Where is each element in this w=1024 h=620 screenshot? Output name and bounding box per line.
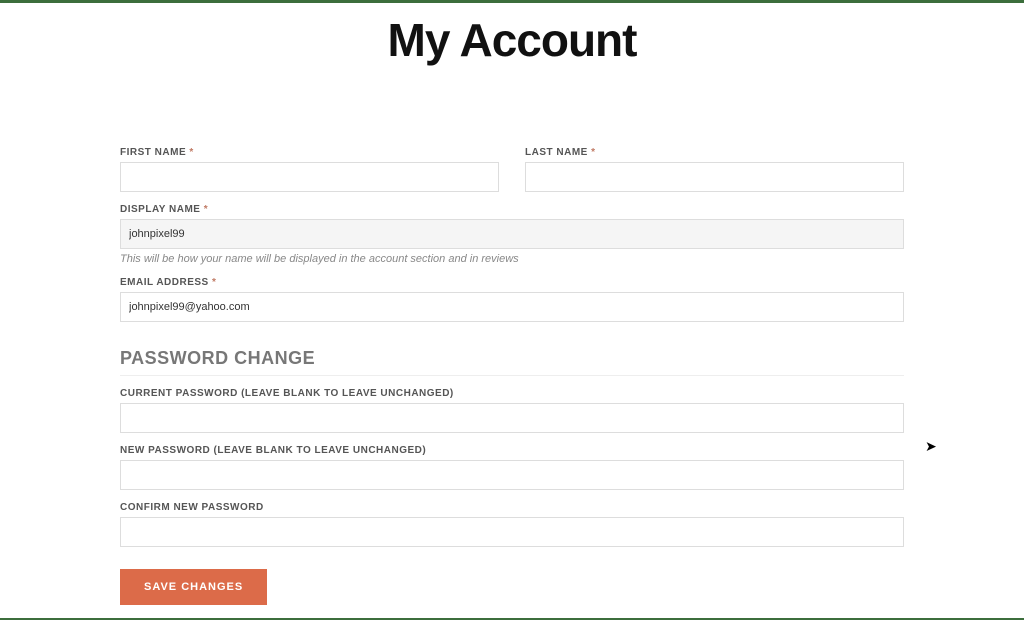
password-change-heading: PASSWORD CHANGE — [120, 348, 904, 369]
required-marker: * — [212, 277, 216, 288]
required-marker: * — [591, 147, 595, 158]
display-name-label: DISPLAY NAME * — [120, 204, 904, 215]
confirm-password-label: CONFIRM NEW PASSWORD — [120, 502, 904, 513]
new-password-label: NEW PASSWORD (LEAVE BLANK TO LEAVE UNCHA… — [120, 445, 904, 456]
current-password-input[interactable] — [120, 403, 904, 433]
current-password-label: CURRENT PASSWORD (LEAVE BLANK TO LEAVE U… — [120, 388, 904, 399]
required-marker: * — [189, 147, 193, 158]
account-form: FIRST NAME * LAST NAME * DISPLAY NAME * … — [120, 147, 904, 605]
cursor-icon: ➤ — [925, 438, 937, 455]
display-name-input[interactable] — [120, 219, 904, 249]
required-marker: * — [204, 204, 208, 215]
last-name-input[interactable] — [525, 162, 904, 192]
first-name-label: FIRST NAME * — [120, 147, 499, 158]
display-name-hint: This will be how your name will be displ… — [120, 253, 904, 265]
page-title: My Account — [0, 13, 1024, 67]
last-name-label: LAST NAME * — [525, 147, 904, 158]
email-label: EMAIL ADDRESS * — [120, 277, 904, 288]
confirm-password-input[interactable] — [120, 517, 904, 547]
new-password-input[interactable] — [120, 460, 904, 490]
first-name-input[interactable] — [120, 162, 499, 192]
email-input[interactable] — [120, 292, 904, 322]
save-changes-button[interactable]: SAVE CHANGES — [120, 569, 267, 605]
section-separator — [120, 375, 904, 376]
